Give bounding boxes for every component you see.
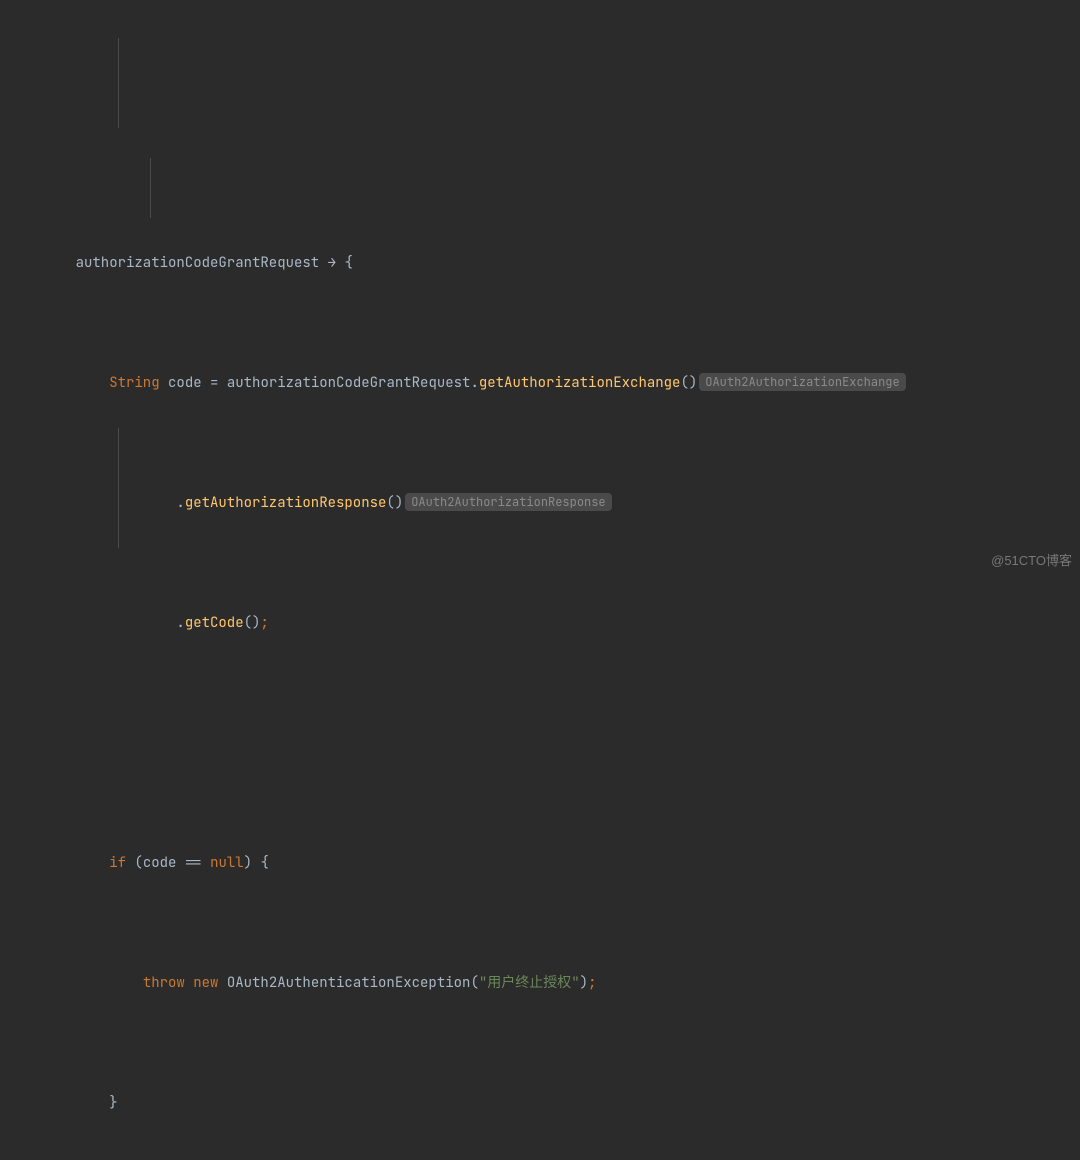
string-literal: "用户终止授权" bbox=[479, 974, 580, 992]
indent-guide bbox=[118, 38, 119, 128]
code-line: } bbox=[0, 1088, 1080, 1118]
brace-close: } bbox=[109, 1094, 117, 1112]
variable: code bbox=[168, 374, 202, 392]
code-line: if (code == null) { bbox=[0, 848, 1080, 878]
code-line: .getAuthorizationResponse()OAuth2Authori… bbox=[0, 488, 1080, 518]
type-keyword: String bbox=[109, 374, 159, 392]
code-editor[interactable]: authorizationCodeGrantRequest → { String… bbox=[0, 0, 1080, 1160]
method-call: getCode bbox=[185, 614, 244, 632]
method-call: getAuthorizationExchange bbox=[479, 374, 681, 392]
code-line: .getCode(); bbox=[0, 608, 1080, 638]
code-line bbox=[0, 728, 1080, 758]
watermark: @51CTO博客 bbox=[991, 546, 1072, 576]
lambda-arrow: → bbox=[328, 254, 336, 272]
inlay-hint: OAuth2AuthorizationResponse bbox=[405, 493, 611, 511]
code-line: String code = authorizationCodeGrantRequ… bbox=[0, 368, 1080, 398]
keyword-throw: throw bbox=[143, 974, 185, 992]
indent-guide bbox=[150, 158, 151, 218]
keyword-new: new bbox=[193, 974, 218, 992]
keyword-null: null bbox=[210, 854, 244, 872]
class-ref: OAuth2AuthenticationException bbox=[227, 974, 471, 992]
code-line: authorizationCodeGrantRequest → { bbox=[0, 248, 1080, 278]
indent-guide bbox=[118, 428, 119, 548]
brace-open: { bbox=[344, 254, 352, 272]
keyword-if: if bbox=[109, 854, 126, 872]
code-line: throw new OAuth2AuthenticationException(… bbox=[0, 968, 1080, 998]
method-call: getAuthorizationResponse bbox=[185, 494, 387, 512]
reference: authorizationCodeGrantRequest bbox=[227, 374, 471, 392]
parameter: authorizationCodeGrantRequest bbox=[76, 254, 320, 272]
inlay-hint: OAuth2AuthorizationExchange bbox=[699, 373, 905, 391]
